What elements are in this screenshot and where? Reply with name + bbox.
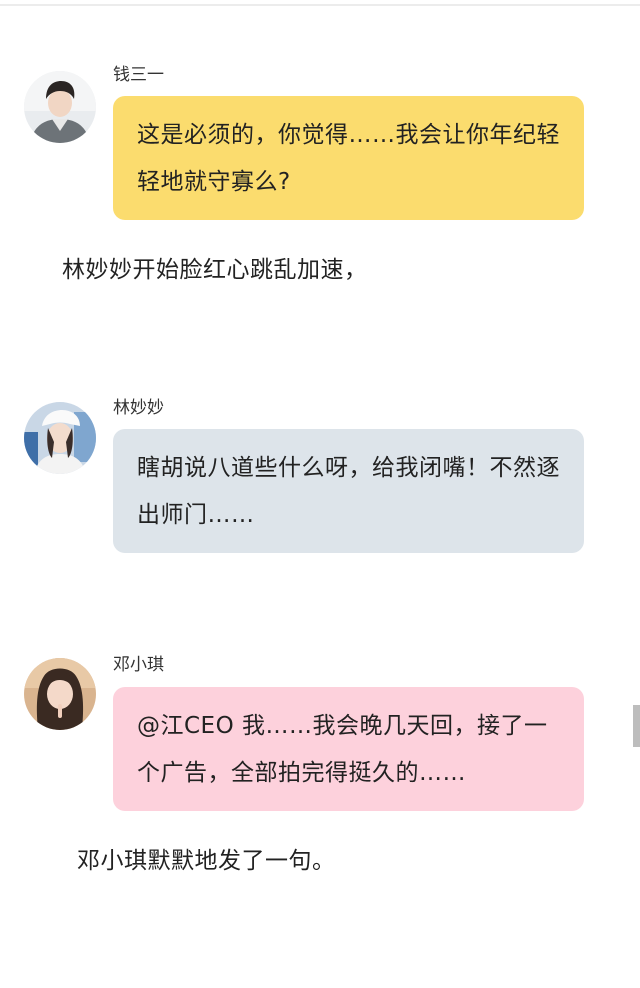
sender-name: 林妙妙 [113, 398, 164, 418]
message-bubble[interactable]: 瞎胡说八道些什么呀，给我闭嘴！不然逐出师门…… [113, 429, 584, 553]
sender-name: 钱三一 [113, 65, 164, 85]
avatar[interactable] [24, 71, 96, 143]
avatar-young-man-icon [24, 71, 96, 143]
sender-name: 邓小琪 [113, 655, 164, 675]
message-bubble[interactable]: @江CEO 我……我会晚几天回，接了一个广告，全部拍完得挺久的…… [113, 687, 584, 811]
narration-text: 林妙妙开始脸红心跳乱加速， [62, 257, 368, 283]
top-divider [0, 4, 640, 6]
narration-text: 邓小琪默默地发了一句。 [77, 848, 336, 874]
scrollbar-thumb[interactable] [633, 705, 640, 747]
message-bubble[interactable]: 这是必须的，你觉得……我会让你年纪轻轻地就守寡么? [113, 96, 584, 220]
avatar[interactable] [24, 402, 96, 474]
chat-story-page: 钱三一 这是必须的，你觉得……我会让你年纪轻轻地就守寡么? 林妙妙开始脸红心跳乱… [0, 0, 640, 988]
avatar-girl-long-hair-icon [24, 658, 96, 730]
avatar[interactable] [24, 658, 96, 730]
avatar-girl-cap-icon [24, 402, 96, 474]
